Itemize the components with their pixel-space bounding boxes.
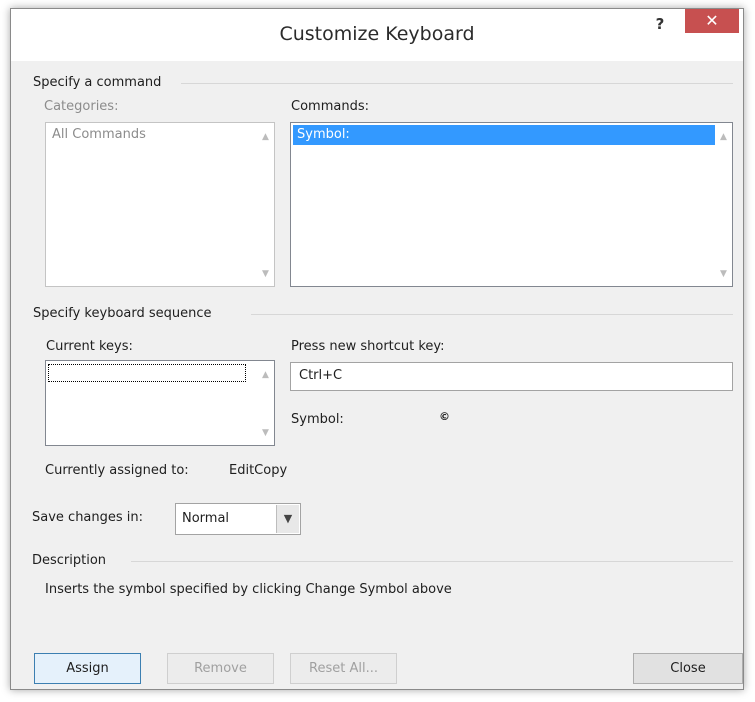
reset-all-button[interactable]: Reset All...	[290, 653, 397, 684]
categories-label: Categories:	[44, 99, 119, 114]
chevron-down-icon[interactable]: ▼	[276, 505, 299, 533]
category-item[interactable]: All Commands	[48, 125, 248, 145]
title-bar: Customize Keyboard ? ✕	[11, 9, 743, 61]
current-keys-scrollbar[interactable]: ▲ ▼	[257, 361, 274, 445]
customize-keyboard-dialog: Customize Keyboard ? ✕ Specify a command…	[10, 8, 744, 690]
dialog-content: Specify a command Categories: All Comman…	[11, 61, 743, 689]
save-changes-label: Save changes in:	[32, 510, 144, 525]
command-item-selected[interactable]: Symbol:	[293, 125, 715, 145]
symbol-label: Symbol:	[291, 412, 344, 427]
close-window-button[interactable]: ✕	[685, 9, 739, 33]
save-changes-value: Normal	[182, 511, 230, 526]
assign-button[interactable]: Assign	[34, 653, 141, 684]
symbol-preview: ©	[439, 410, 450, 423]
chevron-up-icon[interactable]: ▲	[257, 367, 274, 383]
current-keys-focus-row[interactable]	[48, 364, 246, 382]
categories-listbox[interactable]: All Commands ▲ ▼	[45, 122, 275, 287]
commands-listbox[interactable]: Symbol: ▲ ▼	[290, 122, 733, 287]
keyboard-sequence-heading: Specify keyboard sequence	[33, 306, 212, 321]
chevron-up-icon[interactable]: ▲	[715, 129, 732, 145]
categories-scrollbar[interactable]: ▲ ▼	[257, 123, 274, 286]
chevron-down-icon[interactable]: ▼	[257, 266, 274, 282]
chevron-down-icon[interactable]: ▼	[257, 425, 274, 441]
currently-assigned-value: EditCopy	[229, 463, 288, 478]
dialog-title: Customize Keyboard	[279, 23, 475, 45]
help-button[interactable]: ?	[647, 13, 673, 35]
commands-label-text: Commands:	[291, 99, 369, 114]
close-button[interactable]: Close	[633, 653, 743, 684]
description-heading: Description	[32, 553, 107, 568]
new-shortcut-input[interactable]: Ctrl+C	[290, 362, 733, 391]
save-changes-select[interactable]: Normal ▼	[175, 503, 301, 535]
currently-assigned-label: Currently assigned to:	[45, 463, 189, 478]
description-text: Inserts the symbol specified by clicking…	[45, 582, 452, 597]
specify-command-heading: Specify a command	[33, 75, 162, 90]
commands-label: Commands:	[291, 99, 369, 114]
chevron-up-icon[interactable]: ▲	[257, 129, 274, 145]
close-icon: ✕	[705, 11, 719, 30]
current-keys-listbox[interactable]: ▲ ▼	[45, 360, 275, 446]
divider	[181, 83, 733, 84]
remove-button[interactable]: Remove	[167, 653, 274, 684]
commands-scrollbar[interactable]: ▲ ▼	[715, 123, 732, 286]
chevron-down-icon[interactable]: ▼	[715, 266, 732, 282]
divider	[131, 561, 733, 562]
current-keys-label: Current keys:	[46, 339, 133, 354]
new-shortcut-label: Press new shortcut key:	[291, 339, 445, 354]
divider	[251, 314, 733, 315]
